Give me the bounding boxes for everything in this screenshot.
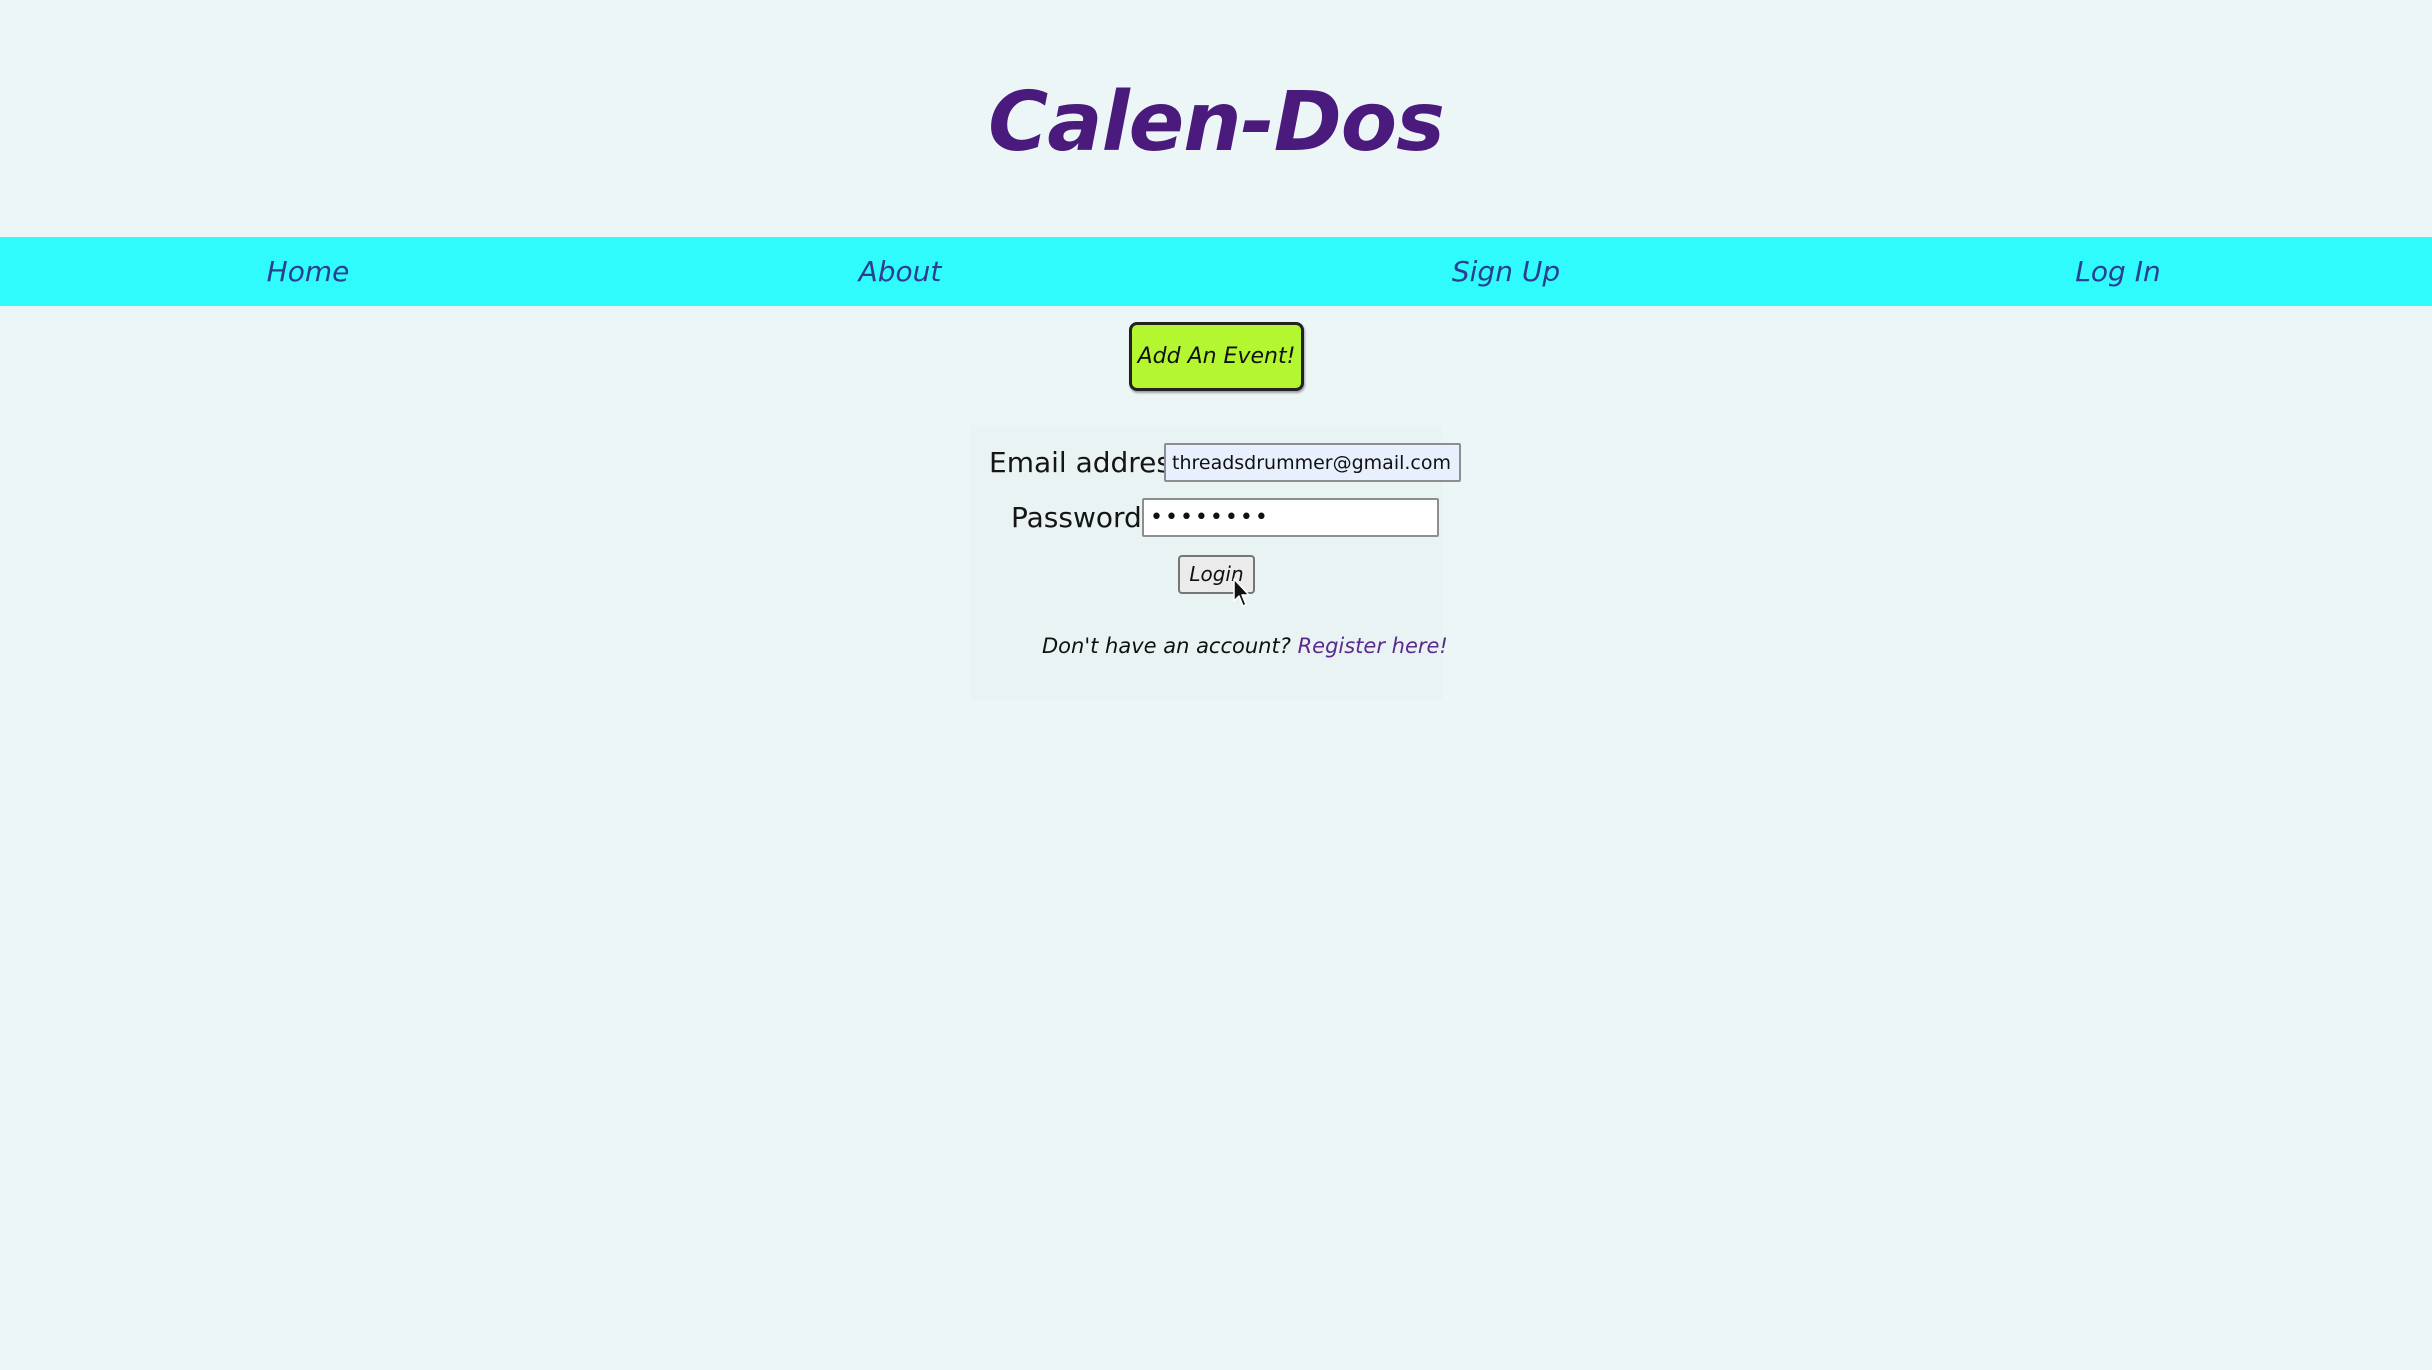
site-title: Calen-Dos bbox=[988, 75, 1445, 170]
site-header: Calen-Dos bbox=[0, 0, 2432, 237]
nav-item-log-in[interactable]: Log In bbox=[2075, 237, 2160, 306]
register-line: Don't have an account? Register here! bbox=[1042, 630, 1448, 662]
password-field[interactable] bbox=[1142, 498, 1439, 537]
email-field[interactable] bbox=[1164, 443, 1461, 482]
register-link[interactable]: Register here! bbox=[1298, 634, 1448, 658]
mouse-pointer-icon bbox=[1233, 578, 1250, 607]
nav-item-home[interactable]: Home bbox=[267, 237, 350, 306]
nav-item-about[interactable]: About bbox=[859, 237, 942, 306]
add-event-button[interactable]: Add An Event! bbox=[1129, 322, 1304, 391]
password-label: Password: bbox=[1011, 501, 1152, 534]
nav-item-sign-up[interactable]: Sign Up bbox=[1452, 237, 1560, 306]
register-prompt: Don't have an account? bbox=[1042, 634, 1291, 658]
nav-bar: Home About Sign Up Log In bbox=[0, 237, 2432, 306]
